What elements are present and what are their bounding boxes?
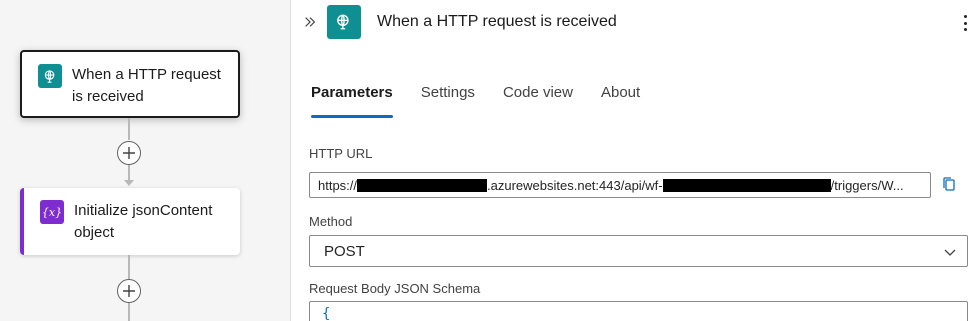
connector-line xyxy=(128,303,130,321)
method-select[interactable]: POST xyxy=(309,235,968,267)
designer-canvas[interactable]: When a HTTP request is received {x} Init… xyxy=(0,0,290,321)
double-chevron-right-icon xyxy=(305,17,316,27)
redacted-block xyxy=(662,178,831,192)
url-part: /triggers/W... xyxy=(830,177,904,193)
add-step-button[interactable] xyxy=(117,141,141,165)
more-options-button[interactable] xyxy=(959,12,971,34)
tab-settings[interactable]: Settings xyxy=(421,82,475,118)
redacted-block xyxy=(357,178,488,192)
arrow-down-icon xyxy=(124,180,134,186)
more-dot xyxy=(963,28,967,31)
collapse-panel-button[interactable] xyxy=(301,13,319,31)
schema-label: Request Body JSON Schema xyxy=(309,281,481,296)
plus-icon xyxy=(123,147,135,159)
tab-code-view[interactable]: Code view xyxy=(503,82,573,118)
add-step-button[interactable] xyxy=(117,279,141,303)
trigger-node-title: When a HTTP request is received xyxy=(72,66,221,105)
more-dot xyxy=(963,15,967,18)
method-label: Method xyxy=(309,214,353,229)
panel-tabs: Parameters Settings Code view About xyxy=(311,82,668,118)
action-node-card[interactable]: {x} Initialize jsonContent object xyxy=(20,188,240,255)
copy-icon xyxy=(943,177,955,191)
plus-icon xyxy=(123,285,135,297)
schema-text: { xyxy=(322,306,331,321)
app-root: When a HTTP request is received {x} Init… xyxy=(0,0,978,321)
copy-url-button[interactable] xyxy=(939,174,959,194)
panel-title: When a HTTP request is received xyxy=(377,13,617,30)
more-dot xyxy=(963,21,967,25)
http-url-label: HTTP URL xyxy=(309,146,373,161)
http-request-icon xyxy=(38,64,62,88)
details-panel: When a HTTP request is received Paramete… xyxy=(290,0,978,321)
action-node-title: Initialize jsonContent object xyxy=(74,202,213,241)
variable-icon: {x} xyxy=(40,200,64,224)
url-part: .azurewebsites.net:443/api/wf- xyxy=(487,177,663,193)
connector-line xyxy=(128,118,130,140)
method-value: POST xyxy=(324,242,365,260)
trigger-node-card[interactable]: When a HTTP request is received xyxy=(20,50,240,118)
panel-header: When a HTTP request is received xyxy=(291,0,978,50)
tab-about[interactable]: About xyxy=(601,82,640,118)
tab-parameters[interactable]: Parameters xyxy=(311,82,393,118)
schema-editor[interactable]: { xyxy=(309,301,968,321)
http-request-icon xyxy=(327,5,361,39)
http-url-field[interactable]: https:// .azurewebsites.net:443/api/wf- … xyxy=(309,172,931,198)
url-part: https:// xyxy=(318,177,358,193)
connector-line xyxy=(128,165,130,181)
chevron-down-icon xyxy=(944,249,956,256)
connector-line xyxy=(128,255,130,279)
